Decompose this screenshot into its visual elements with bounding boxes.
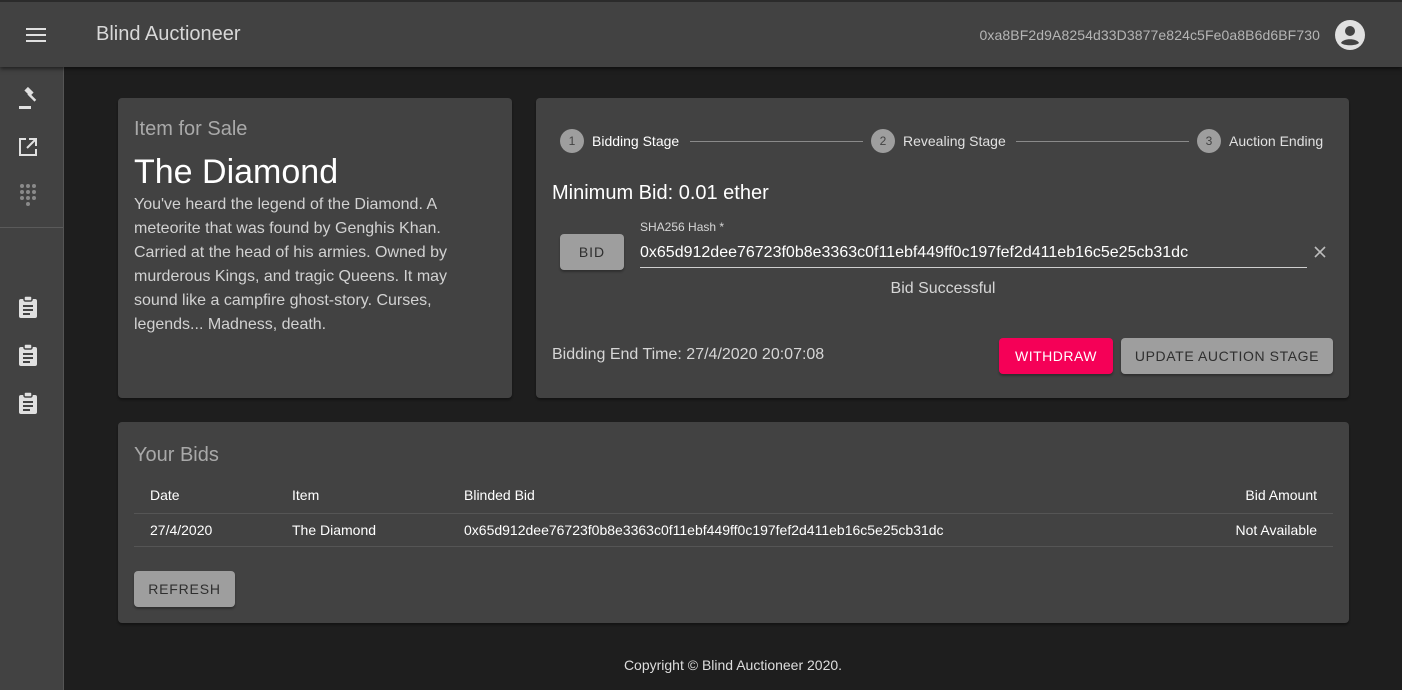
account-address: 0xa8BF2d9A8254d33D3877e824c5Fe0a8B6d6BF7… <box>979 27 1320 43</box>
side-drawer <box>0 67 64 690</box>
gavel-icon[interactable] <box>14 85 42 113</box>
hash-input[interactable] <box>640 239 1307 268</box>
table-row: 27/4/2020 The Diamond 0x65d912dee76723f0… <box>134 513 1333 547</box>
cell-bid-amount: Not Available <box>1163 513 1333 547</box>
step-number: 2 <box>871 129 895 153</box>
assignment-icon[interactable] <box>14 389 42 417</box>
bids-table: Date Item Blinded Bid Bid Amount 27/4/20… <box>134 477 1333 547</box>
open-in-new-icon[interactable] <box>14 133 42 161</box>
close-icon[interactable] <box>1310 242 1330 262</box>
table-header-row: Date Item Blinded Bid Bid Amount <box>134 477 1333 514</box>
step-bidding: 1 Bidding Stage <box>560 129 679 153</box>
assignment-icon[interactable] <box>14 293 42 321</box>
column-header-blinded-bid: Blinded Bid <box>448 477 1163 514</box>
item-card-subtitle: Item for Sale <box>134 118 248 140</box>
bid-card: 1 Bidding Stage 2 Revealing Stage 3 Auct… <box>536 98 1349 398</box>
cell-item: The Diamond <box>276 513 448 547</box>
step-connector <box>690 141 863 142</box>
cell-blinded-bid: 0x65d912dee76723f0b8e3363c0f11ebf449ff0c… <box>448 513 1163 547</box>
dialpad-icon[interactable] <box>14 181 42 209</box>
step-number: 3 <box>1197 129 1221 153</box>
footer-copyright: Copyright © Blind Auctioneer 2020. <box>623 657 843 673</box>
your-bids-title: Your Bids <box>134 444 219 466</box>
step-label: Revealing Stage <box>903 133 1006 149</box>
app-bar: Blind Auctioneer 0xa8BF2d9A8254d33D3877e… <box>0 0 1402 67</box>
step-number: 1 <box>560 129 584 153</box>
bid-status: Bid Successful <box>890 280 996 297</box>
hash-field-label: SHA256 Hash * <box>640 220 725 234</box>
account-circle-icon[interactable] <box>1334 19 1366 51</box>
your-bids-card: Your Bids Date Item Blinded Bid Bid Amou… <box>118 422 1349 623</box>
item-name: The Diamond <box>134 153 339 191</box>
column-header-bid-amount: Bid Amount <box>1163 477 1333 514</box>
bidding-end-time: Bidding End Time: 27/4/2020 20:07:08 <box>552 346 825 363</box>
cell-date: 27/4/2020 <box>134 513 276 547</box>
withdraw-button[interactable]: WITHDRAW <box>999 338 1113 374</box>
column-header-date: Date <box>134 477 276 514</box>
bid-button[interactable]: BID <box>560 234 624 270</box>
menu-icon[interactable] <box>20 19 52 51</box>
item-card: Item for Sale The Diamond You've heard t… <box>118 98 512 398</box>
update-auction-stage-button[interactable]: UPDATE AUCTION STAGE <box>1121 338 1333 374</box>
app-title: Blind Auctioneer <box>96 23 241 45</box>
column-header-item: Item <box>276 477 448 514</box>
step-connector <box>1016 141 1189 142</box>
auction-stepper: 1 Bidding Stage 2 Revealing Stage 3 Auct… <box>560 129 1330 153</box>
drawer-divider <box>0 227 63 228</box>
step-revealing: 2 Revealing Stage <box>871 129 1006 153</box>
step-label: Bidding Stage <box>592 133 680 149</box>
minimum-bid: Minimum Bid: 0.01 ether <box>552 182 769 204</box>
step-label: Auction Ending <box>1229 133 1324 149</box>
item-description: You've heard the legend of the Diamond. … <box>134 196 448 333</box>
assignment-icon[interactable] <box>14 341 42 369</box>
refresh-button[interactable]: REFRESH <box>134 571 235 607</box>
step-ending: 3 Auction Ending <box>1197 129 1323 153</box>
